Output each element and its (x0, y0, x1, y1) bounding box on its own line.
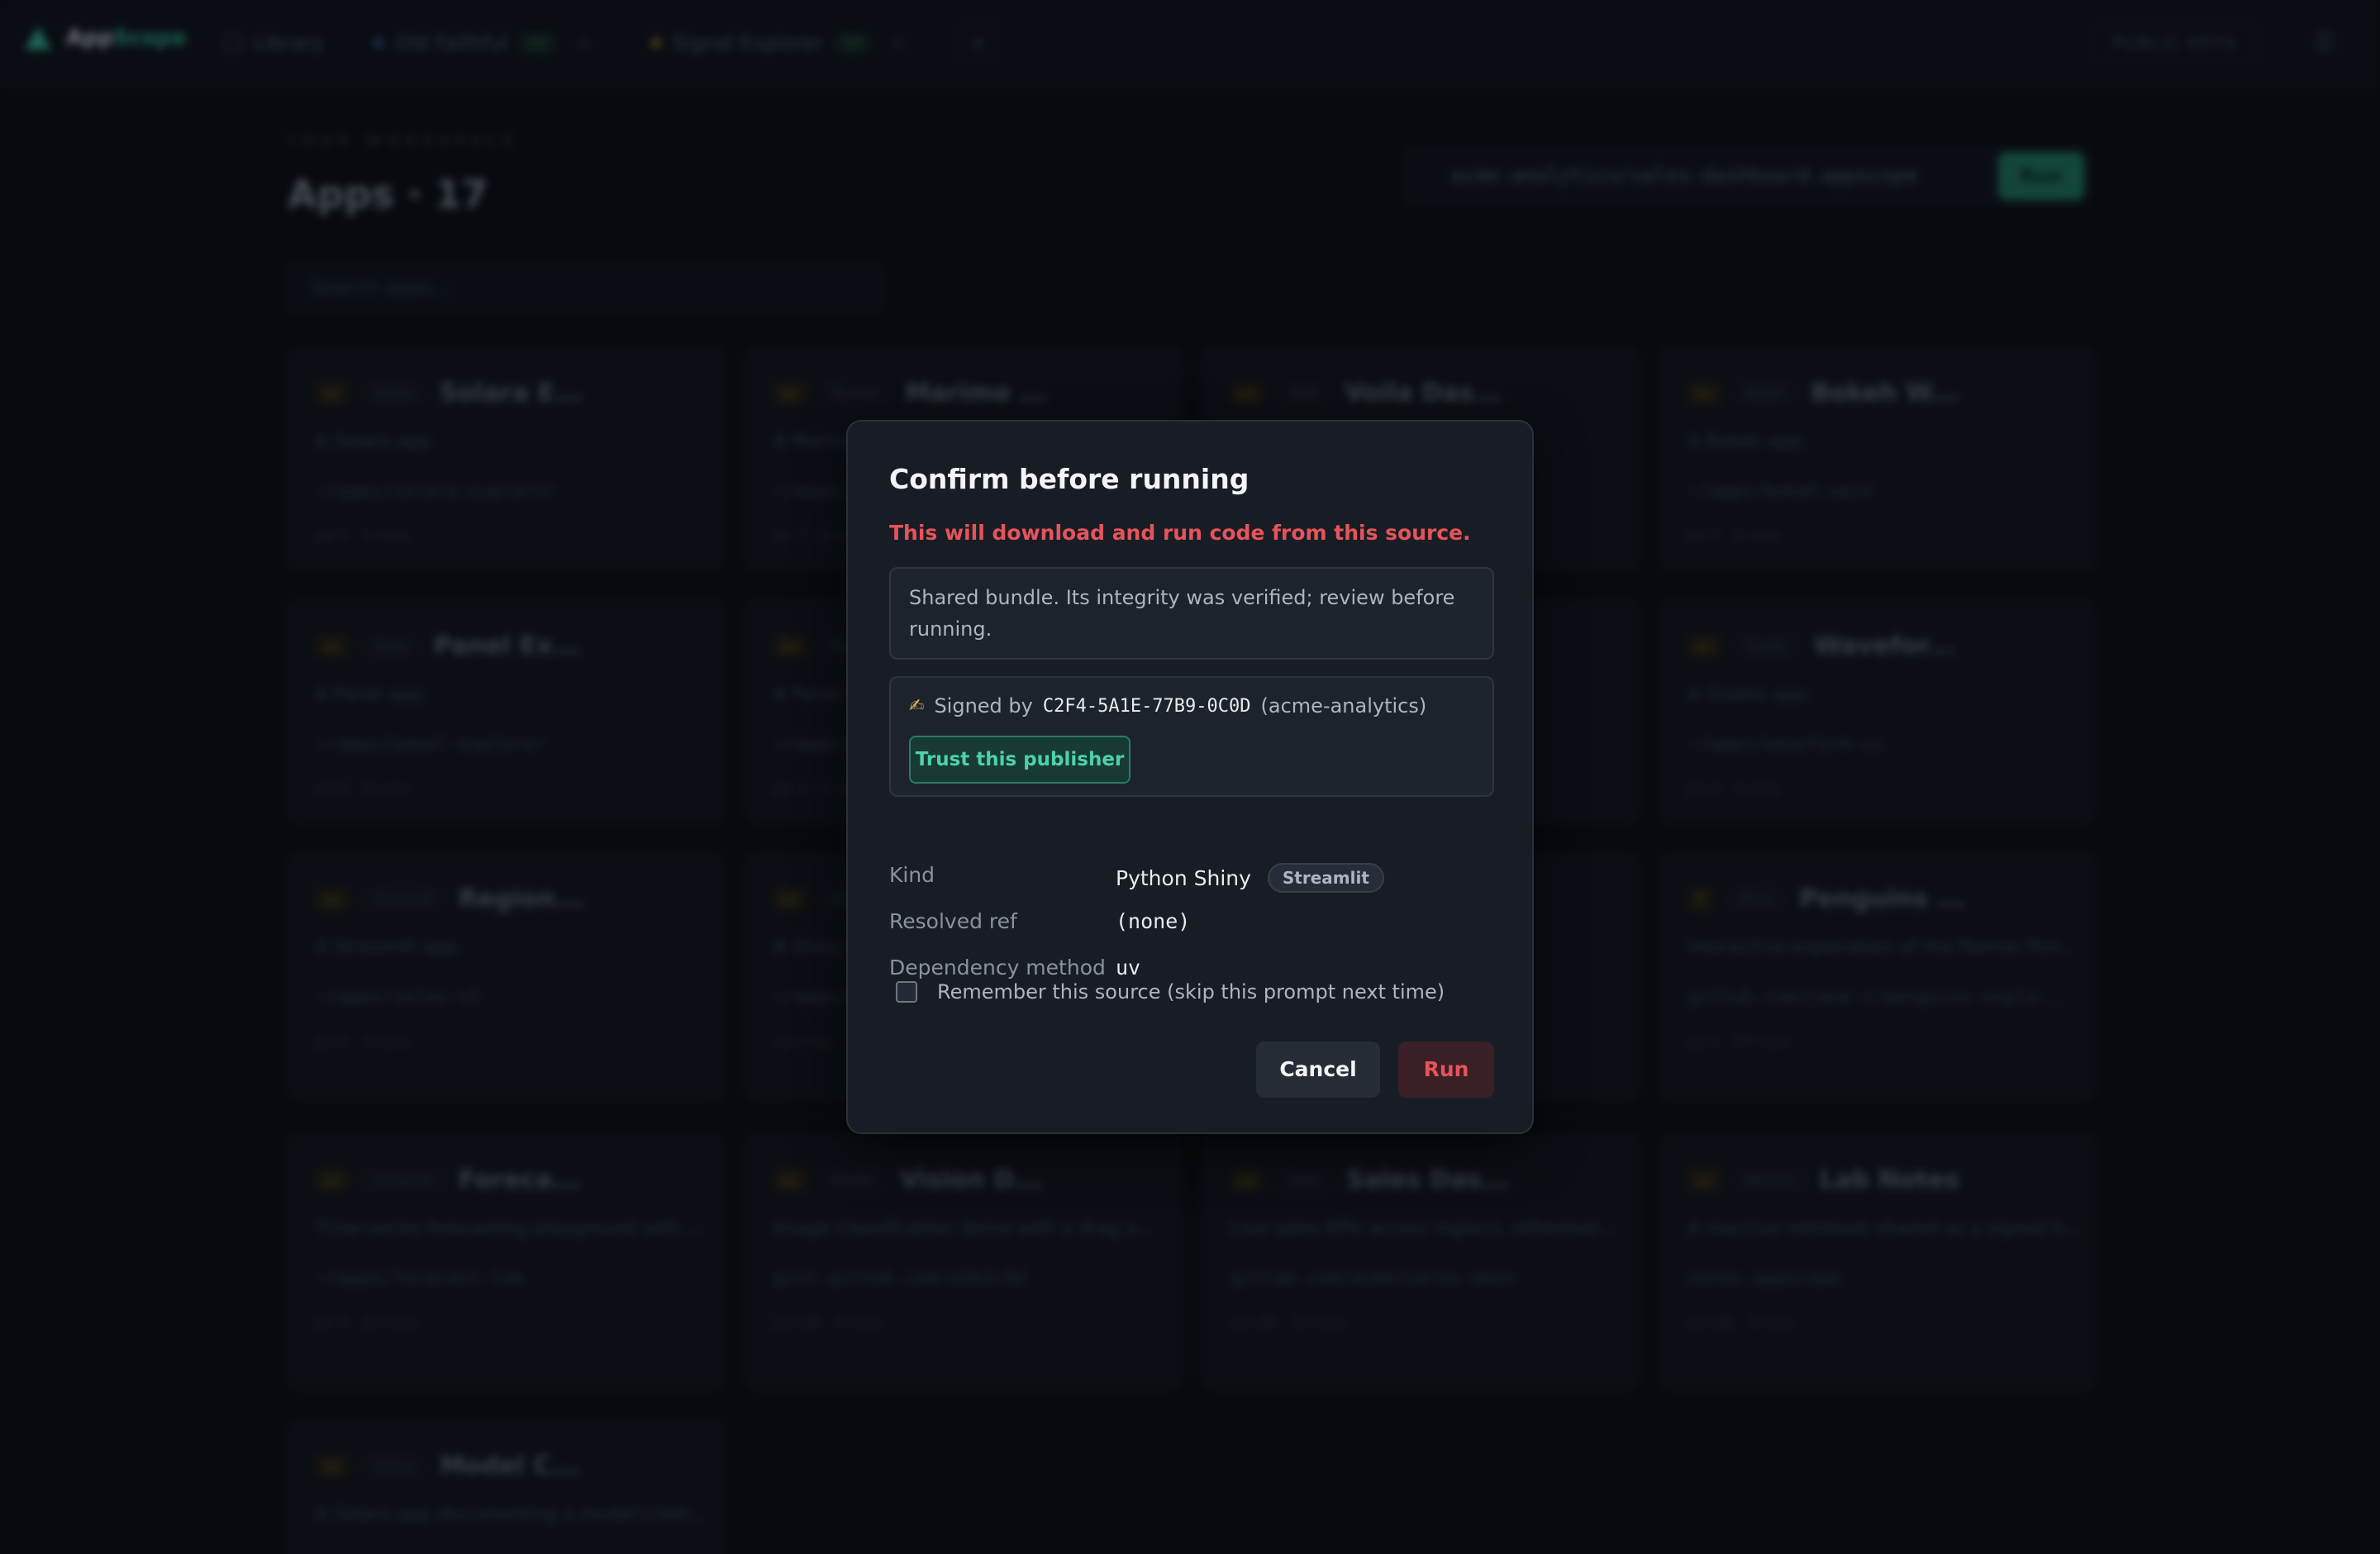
remember-source-option[interactable]: Remember this source (skip this prompt n… (896, 980, 1445, 1003)
signature-pen-icon: ✍ (909, 695, 925, 717)
signer-name: (acme-analytics) (1260, 694, 1427, 717)
kind-value: Python Shiny (1116, 865, 1251, 890)
trust-publisher-button[interactable]: Trust this publisher (909, 736, 1130, 784)
run-button[interactable]: Run (1398, 1042, 1494, 1098)
framework-chip: Streamlit (1267, 863, 1384, 893)
dialog-title: Confirm before running (889, 463, 1250, 495)
remember-checkbox[interactable] (896, 981, 917, 1003)
signer-key: C2F4-5A1E-77B9-0C0D (1042, 695, 1251, 717)
bundle-note: Shared bundle. Its integrity was verifie… (889, 567, 1494, 660)
dependency-method-label: Dependency method (889, 956, 1106, 980)
signature-panel: ✍ Signed by C2F4-5A1E-77B9-0C0D (acme-an… (889, 676, 1494, 797)
signed-by-label: Signed by (934, 694, 1033, 717)
cancel-button[interactable]: Cancel (1256, 1042, 1380, 1098)
resolved-ref-value: (none) (1116, 909, 1191, 933)
remember-label: Remember this source (skip this prompt n… (937, 980, 1445, 1003)
dependency-method-value: uv (1116, 956, 1141, 980)
kind-value-row: Python Shiny Streamlit (1116, 863, 1384, 893)
kind-label: Kind (889, 863, 935, 887)
dialog-warning: This will download and run code from thi… (889, 521, 1471, 545)
resolved-ref-label: Resolved ref (889, 909, 1017, 933)
signed-by-line: ✍ Signed by C2F4-5A1E-77B9-0C0D (acme-an… (909, 694, 1426, 717)
confirm-run-dialog: Confirm before running This will downloa… (846, 420, 1534, 1134)
